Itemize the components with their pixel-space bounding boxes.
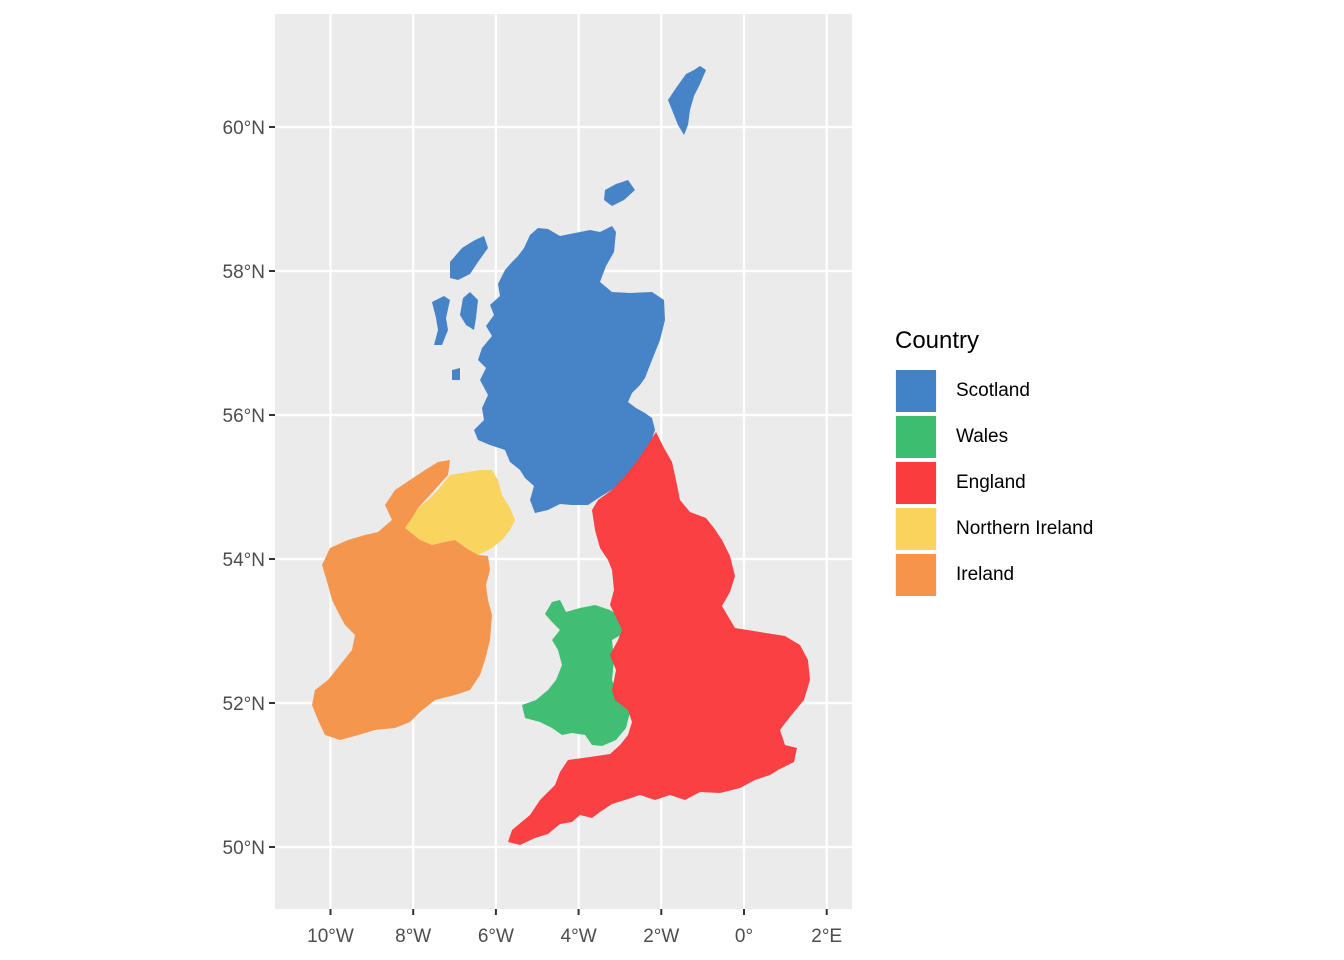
y-tick-label: 60°N [223, 118, 265, 139]
legend-label: Ireland [956, 564, 1015, 585]
y-tick-label: 58°N [223, 262, 265, 283]
legend-key [895, 416, 937, 458]
y-tick-label: 54°N [223, 550, 265, 571]
region-polygon [452, 368, 460, 380]
y-tick-label: 50°N [223, 838, 265, 859]
x-tick-label: 6°W [478, 926, 514, 947]
legend-label: Wales [956, 426, 1009, 447]
legend-key [895, 370, 937, 412]
legend-swatch [896, 416, 936, 458]
x-tick-label: 8°W [395, 926, 431, 947]
legend-key [895, 554, 937, 596]
x-tick-label: 0° [735, 926, 753, 947]
x-tick-label: 2°E [811, 926, 842, 947]
legend-label: England [956, 472, 1026, 493]
legend-swatch [896, 462, 936, 504]
legend-swatch [896, 370, 936, 412]
legend: Country Scotland Wales England Northern Ire… [895, 324, 1093, 598]
legend-swatch [896, 508, 936, 550]
legend-title: Country [895, 327, 980, 354]
y-tick-label: 52°N [223, 694, 265, 715]
x-tick-label: 10°W [307, 926, 354, 947]
legend-key [895, 462, 937, 504]
legend-item: Scotland [895, 368, 1093, 414]
x-tick-label: 4°W [561, 926, 597, 947]
legend-swatch [896, 554, 936, 596]
legend-item: England [895, 460, 1093, 506]
x-tick-label: 2°W [643, 926, 679, 947]
legend-item: Northern Ireland [895, 506, 1093, 552]
legend-item: Wales [895, 414, 1093, 460]
y-tick-label: 56°N [223, 406, 265, 427]
legend-label: Scotland [956, 380, 1030, 401]
map-plot: 10°W 8°W 6°W 4°W 2°W 0° 2°E 60°N 58°N 56°N 54°N 52°… [223, 14, 852, 947]
legend-key [895, 508, 937, 550]
legend-label: Northern Ireland [956, 518, 1094, 539]
legend-item: Ireland [895, 552, 1093, 598]
